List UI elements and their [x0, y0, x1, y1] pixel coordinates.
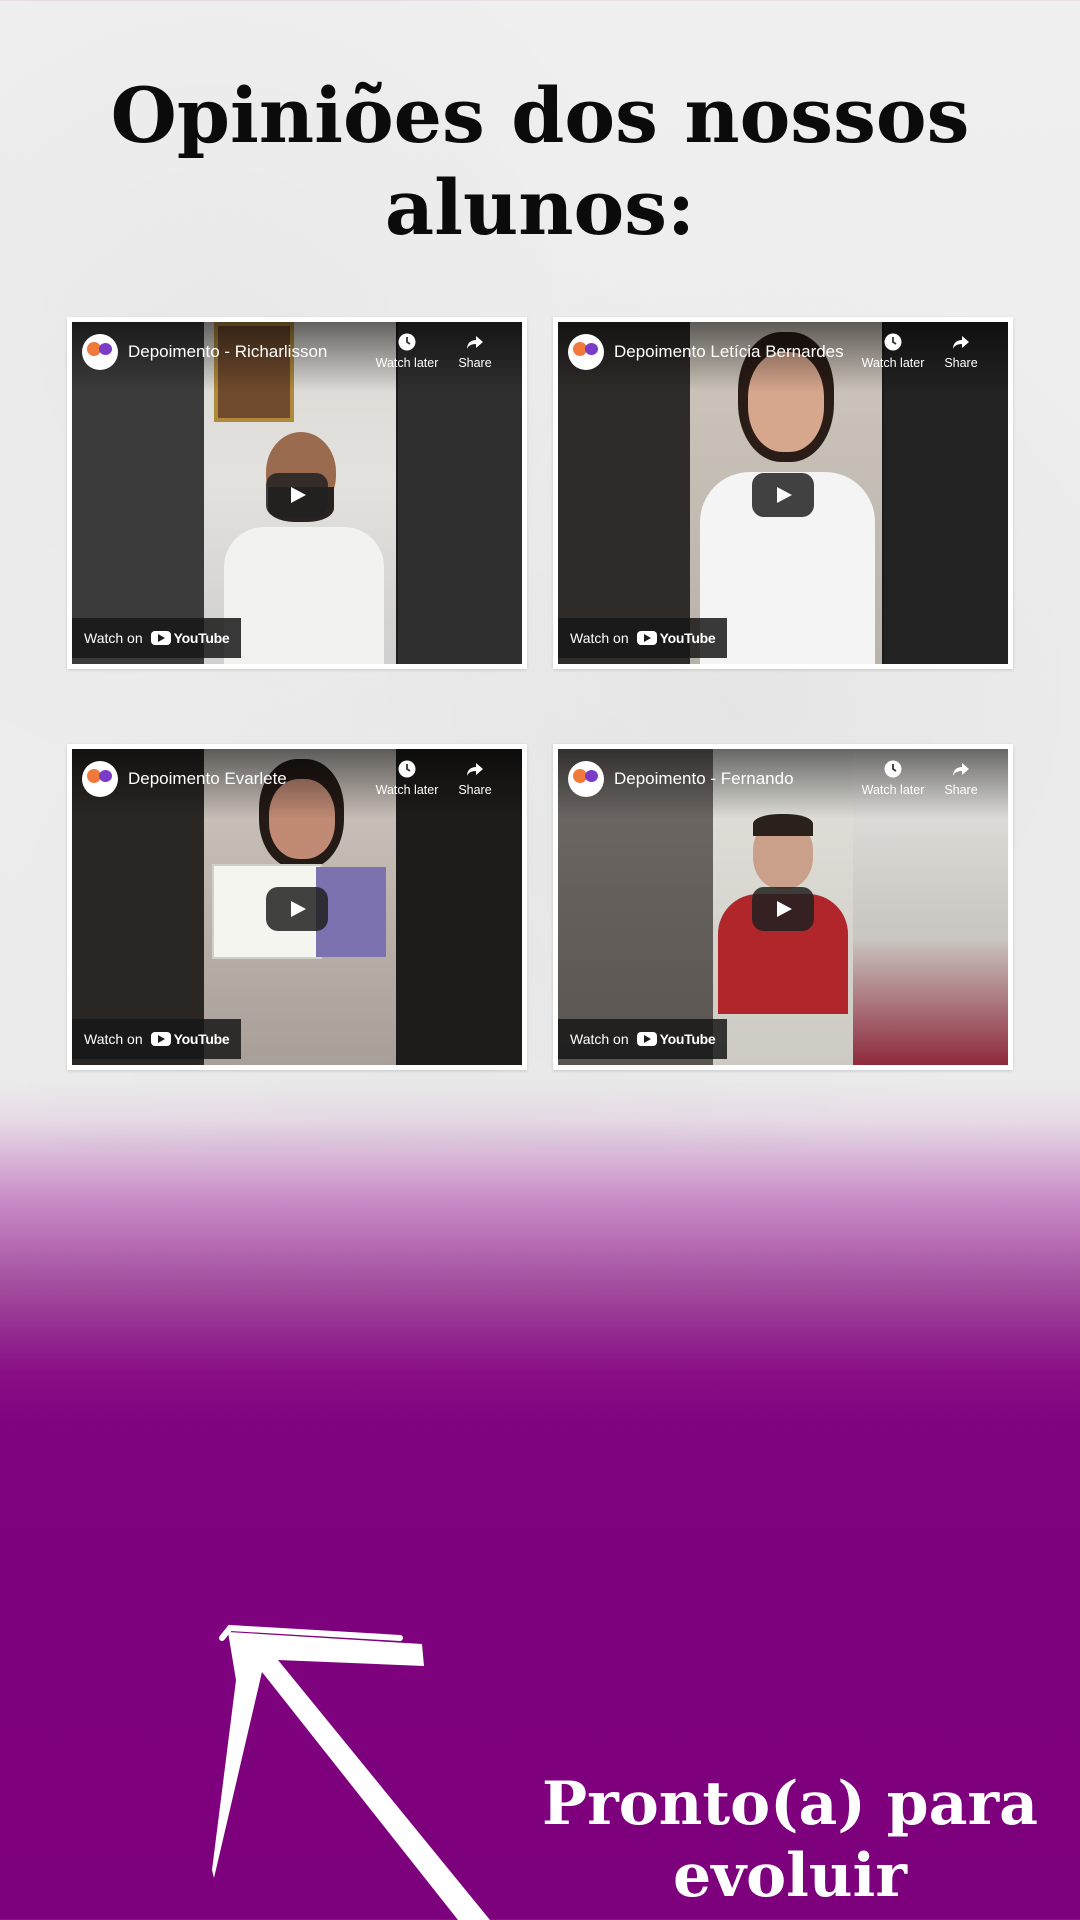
- share-button[interactable]: Share: [926, 759, 996, 797]
- video-player[interactable]: Depoimento Evarlete Watch later Share Wa…: [72, 749, 522, 1065]
- watch-later-button[interactable]: Watch later: [372, 332, 442, 370]
- youtube-logo-icon: YouTube: [636, 1031, 716, 1047]
- clock-icon: [398, 760, 416, 778]
- watch-on-youtube-button[interactable]: Watch on YouTube: [558, 1019, 728, 1059]
- video-card-richarlisson[interactable]: Depoimento - Richarlisson Watch later Sh…: [67, 317, 527, 669]
- share-button[interactable]: Share: [440, 332, 510, 370]
- share-arrow-icon: [953, 763, 969, 776]
- play-icon[interactable]: [266, 473, 328, 517]
- video-title[interactable]: Depoimento - Fernando: [614, 769, 794, 789]
- page-title: Opiniões dos nossos alunos:: [110, 71, 970, 252]
- share-arrow-icon: [953, 336, 969, 349]
- channel-avatar[interactable]: [568, 761, 604, 797]
- video-card-fernando[interactable]: Depoimento - Fernando Watch later Share …: [553, 744, 1013, 1070]
- play-icon[interactable]: [266, 887, 328, 931]
- channel-avatar[interactable]: [82, 334, 118, 370]
- share-button[interactable]: Share: [926, 332, 996, 370]
- channel-avatar[interactable]: [568, 334, 604, 370]
- hand-drawn-arrow-icon: [212, 1624, 490, 1920]
- watch-on-label: Watch on: [84, 630, 143, 646]
- video-title[interactable]: Depoimento Letícia Bernardes: [614, 342, 844, 362]
- share-label: Share: [458, 783, 492, 797]
- watch-on-label: Watch on: [570, 1031, 629, 1047]
- watch-on-youtube-button[interactable]: Watch on YouTube: [72, 1019, 242, 1059]
- watch-on-label: Watch on: [84, 1031, 143, 1047]
- watch-later-button[interactable]: Watch later: [372, 759, 442, 797]
- youtube-logo-icon: YouTube: [636, 630, 716, 646]
- share-arrow-icon: [467, 336, 483, 349]
- watch-later-label: Watch later: [375, 783, 439, 797]
- watch-later-button[interactable]: Watch later: [858, 759, 928, 797]
- clock-icon: [884, 760, 902, 778]
- watch-later-label: Watch later: [375, 356, 439, 370]
- play-icon[interactable]: [752, 887, 814, 931]
- watch-on-youtube-button[interactable]: Watch on YouTube: [558, 618, 728, 658]
- watch-on-youtube-button[interactable]: Watch on YouTube: [72, 618, 242, 658]
- video-title[interactable]: Depoimento Evarlete: [128, 769, 287, 789]
- video-player[interactable]: Depoimento - Richarlisson Watch later Sh…: [72, 322, 522, 664]
- clock-icon: [884, 333, 902, 351]
- video-player[interactable]: Depoimento Letícia Bernardes Watch later…: [558, 322, 1008, 664]
- watch-later-label: Watch later: [861, 356, 925, 370]
- watch-later-label: Watch later: [861, 783, 925, 797]
- youtube-logo-icon: YouTube: [150, 630, 230, 646]
- share-label: Share: [458, 356, 492, 370]
- video-player[interactable]: Depoimento - Fernando Watch later Share …: [558, 749, 1008, 1065]
- video-card-leticia[interactable]: Depoimento Letícia Bernardes Watch later…: [553, 317, 1013, 669]
- play-icon[interactable]: [752, 473, 814, 517]
- cta-heading: Pronto(a) para evoluir conosco?: [542, 1769, 1038, 1920]
- watch-later-button[interactable]: Watch later: [858, 332, 928, 370]
- share-label: Share: [944, 783, 978, 797]
- youtube-logo-icon: YouTube: [150, 1031, 230, 1047]
- share-button[interactable]: Share: [440, 759, 510, 797]
- channel-avatar[interactable]: [82, 761, 118, 797]
- share-label: Share: [944, 356, 978, 370]
- watch-on-label: Watch on: [570, 630, 629, 646]
- video-title[interactable]: Depoimento - Richarlisson: [128, 342, 327, 362]
- clock-icon: [398, 333, 416, 351]
- share-arrow-icon: [467, 763, 483, 776]
- video-card-evarlete[interactable]: Depoimento Evarlete Watch later Share Wa…: [67, 744, 527, 1070]
